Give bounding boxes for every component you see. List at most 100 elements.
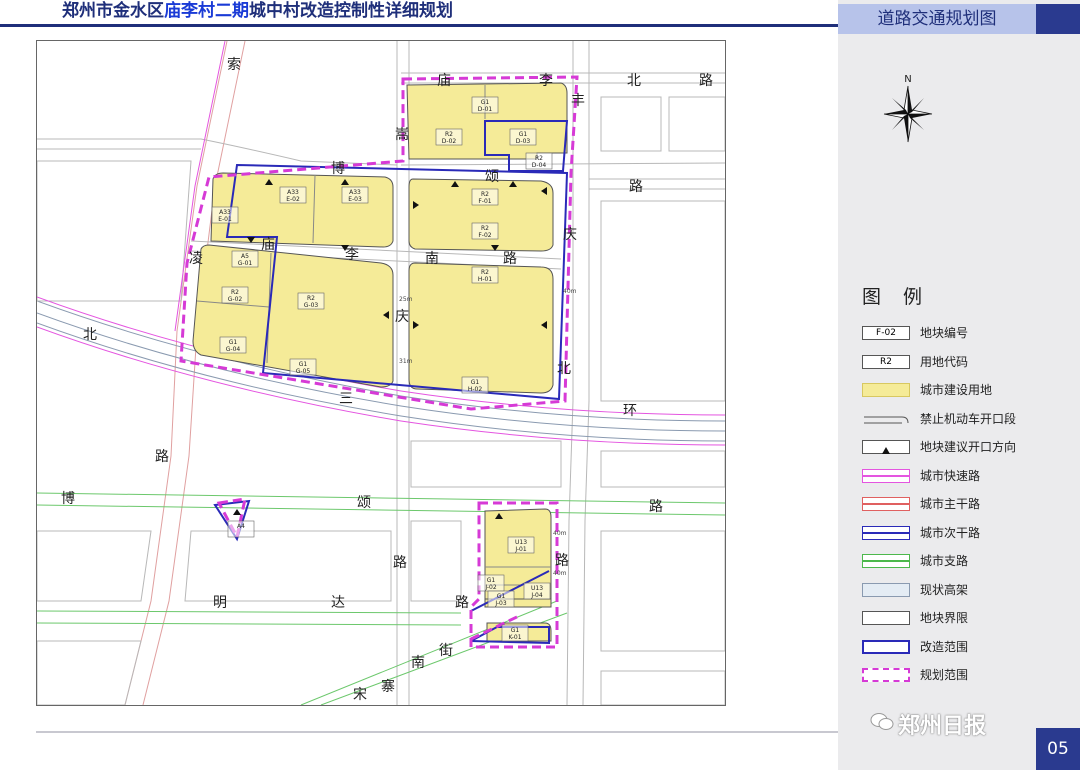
road-label-san: 三	[339, 391, 353, 407]
parcel-id: H-02	[468, 386, 482, 393]
parcel-id: J-04	[530, 592, 543, 599]
legend-item-parcel-id: F-02 地块编号	[862, 326, 1062, 342]
parcel-land-code: G1	[487, 577, 496, 584]
legend-label: 城市快速路	[920, 469, 981, 483]
road-label-feng: 丰	[571, 93, 585, 109]
road-label-songzhai-2: 寨	[381, 678, 395, 695]
road-label-lu4: 路	[555, 553, 569, 569]
parcel-land-code: U13	[515, 539, 527, 546]
parcel-label: U13J-04	[523, 582, 551, 600]
parcel-land-code: R2	[231, 289, 239, 296]
road-label-bosong-n-2: 颂	[485, 169, 499, 185]
dimension-label: 31m	[399, 358, 413, 365]
road-label-qing: 庆	[563, 227, 577, 243]
road-label-huan: 环	[623, 403, 637, 419]
road-label-songzhai-3: 南	[411, 655, 425, 671]
parcel-id: G-01	[238, 260, 253, 267]
legend-label: 规划范围	[920, 668, 969, 682]
road-label-miaoli-s-2: 李	[345, 247, 359, 263]
parcel-id: D-04	[532, 162, 547, 169]
header-rule	[0, 24, 838, 27]
parcel-label: G1D-01	[471, 96, 499, 114]
parcel-label: G1J-02	[477, 574, 505, 592]
parcel-id: D-02	[442, 138, 457, 145]
legend-swatch-land-code: R2	[862, 355, 910, 369]
legend-item-expressway: 城市快速路	[862, 469, 1062, 485]
legend-item-branch: 城市支路	[862, 554, 1062, 570]
legend-swatch-renewal	[862, 640, 910, 654]
legend-swatch-opening-direction	[862, 440, 910, 454]
legend-label: 改造范围	[920, 640, 969, 654]
parcel-land-code: A33	[349, 189, 361, 196]
road-label-lu: 路	[699, 73, 713, 89]
parcel-land-code: A5	[241, 253, 249, 260]
parcel-label: G1J-03	[487, 590, 515, 608]
legend-label: 城市次干路	[920, 526, 981, 540]
dimension-label: 40m	[563, 288, 577, 295]
parcel-land-code: G1	[519, 131, 528, 138]
road-label-miaoli-n-1: 庙	[437, 73, 451, 89]
road-label-bei: 北	[627, 73, 641, 89]
parcel-label: A5G-01	[231, 250, 259, 268]
road-label-lu2: 路	[155, 449, 169, 465]
legend-label: 用地代码	[920, 355, 969, 369]
compass-label: N	[904, 74, 911, 85]
parcel-id: G-03	[304, 302, 319, 309]
parcel-id: K-01	[508, 634, 521, 641]
road-label-miaoli-s-4: 路	[503, 251, 517, 267]
parcel-land-code: G1	[229, 339, 238, 346]
parcel-land-code: A33	[219, 209, 231, 216]
road-label-miaoli-s-3: 南	[425, 251, 439, 267]
dimension-label: 40m	[553, 530, 567, 537]
parcel-id: D-03	[516, 138, 531, 145]
parcel-land-code: R2	[535, 155, 543, 162]
parcel-id: J-02	[484, 584, 497, 591]
page-number: 05	[1036, 728, 1080, 770]
road-label-bosong-s-1: 博	[61, 490, 75, 507]
parcel-label: G1D-03	[509, 128, 537, 146]
parcel-label: R2D-02	[435, 128, 463, 146]
parcel-id: G-02	[228, 296, 243, 303]
legend-item-no-opening: 禁止机动车开口段	[862, 412, 1062, 428]
page-title: 郑州市金水区庙李村二期城中村改造控制性详细规划	[62, 0, 453, 22]
map-frame: 索 庙 李 丰 北 路 路 嵩 博 颂 凌 庙 李 南 路 庆 庆 北 北 环 …	[36, 40, 726, 706]
parcel-id: G-04	[226, 346, 241, 353]
parcel-land-code: U13	[531, 585, 543, 592]
parcel-label: G1K-01	[501, 624, 529, 642]
legend-label: 城市建设用地	[920, 383, 993, 397]
parcel-label: R2D-04	[525, 152, 553, 170]
parcel-label: A4	[227, 520, 255, 538]
parcel-label: R2G-02	[221, 286, 249, 304]
parcel-label: A33E-03	[341, 186, 369, 204]
legend-label: 禁止机动车开口段	[920, 412, 1017, 426]
dimension-label: 40m	[553, 570, 567, 577]
title-prefix: 郑州市金水区	[62, 1, 164, 21]
parcel-id: J-01	[514, 546, 527, 553]
road-label-miaoli-n-2: 李	[539, 73, 553, 89]
parcel-id: F-02	[478, 232, 491, 239]
legend-item-renewal: 改造范围	[862, 640, 1062, 656]
legend-label: 现状高架	[920, 583, 969, 597]
road-label-ling: 凌	[189, 251, 203, 267]
parcel-id: D-01	[478, 106, 493, 113]
parcel-land-code: G1	[497, 593, 506, 600]
road-label-songzhai-1: 宋	[353, 687, 367, 703]
legend-swatch-parcel-id: F-02	[862, 326, 910, 340]
road-label-bei2: 北	[557, 361, 571, 377]
header-bar: 郑州市金水区庙李村二期城中村改造控制性详细规划	[0, 0, 838, 24]
road-label-lu3: 路	[393, 555, 407, 571]
title-suffix: 城中村改造控制性详细规划	[249, 1, 453, 21]
legend-item-urban-land: 城市建设用地	[862, 383, 1062, 399]
legend-swatch-secondary	[862, 526, 910, 540]
road-label-xu: 嵩	[395, 127, 409, 143]
parcel-land-code: A4	[237, 523, 245, 530]
legend-title: 图 例	[862, 286, 931, 308]
legend-swatch-expressway	[862, 469, 910, 483]
parcel-label: G1H-02	[461, 376, 489, 394]
road-label-bei3: 北	[83, 327, 97, 343]
parcel-label: R2H-01	[471, 266, 499, 284]
parcel-id: G-05	[296, 368, 311, 375]
road-label-bosong-s-3: 路	[649, 499, 663, 515]
road-label-songzhai-4: 街	[439, 643, 453, 659]
road-label-mingda-3: 路	[455, 595, 469, 611]
